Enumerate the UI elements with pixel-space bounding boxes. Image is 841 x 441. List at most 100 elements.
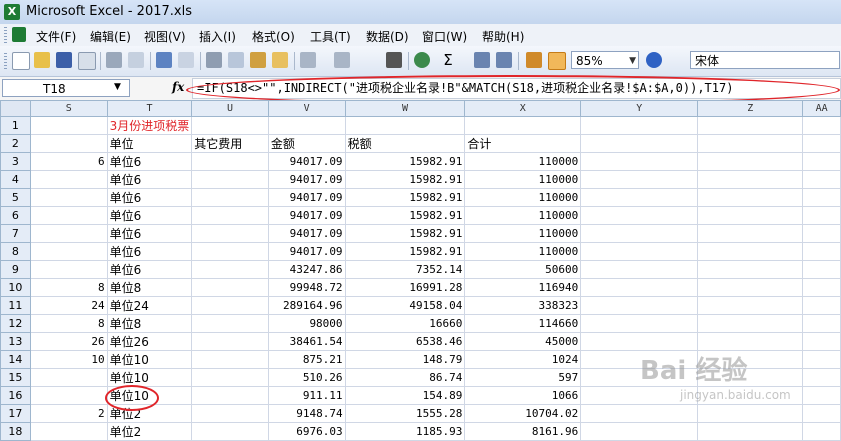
cell-t7[interactable]: 单位6 (106, 224, 193, 243)
cell-s1[interactable] (29, 116, 108, 135)
help-icon[interactable] (646, 52, 662, 68)
cell-aa6[interactable] (802, 206, 841, 225)
cell-s6[interactable] (29, 206, 108, 225)
cell-t6[interactable]: 单位6 (106, 206, 193, 225)
cell-u1[interactable] (191, 116, 269, 135)
cell-w4[interactable]: 15982.91 (344, 170, 466, 189)
drawing-icon[interactable] (548, 52, 566, 70)
hyperlink-icon[interactable] (414, 52, 430, 68)
cell-v18[interactable]: 6976.03 (267, 422, 346, 441)
menu-help[interactable]: 帮助(H) (482, 28, 524, 45)
column-header[interactable]: T (106, 100, 193, 117)
research-icon[interactable] (178, 52, 194, 68)
cell-v4[interactable]: 94017.09 (267, 170, 346, 189)
column-header[interactable]: Y (580, 100, 699, 117)
row-header[interactable]: 17 (0, 404, 31, 423)
select-all-corner[interactable] (0, 100, 31, 117)
cell-t3[interactable]: 单位6 (106, 152, 193, 171)
cell-u14[interactable] (191, 350, 269, 369)
cell-t5[interactable]: 单位6 (106, 188, 193, 207)
cell-u13[interactable] (191, 332, 269, 351)
cell-aa5[interactable] (802, 188, 841, 207)
cell-z6[interactable] (697, 206, 804, 225)
cell-y1[interactable] (580, 116, 699, 135)
cell-v11[interactable]: 289164.96 (267, 296, 346, 315)
column-header[interactable]: X (464, 100, 582, 117)
cell-t14[interactable]: 单位10 (106, 350, 193, 369)
row-header[interactable]: 4 (0, 170, 31, 189)
cell-u6[interactable] (191, 206, 269, 225)
paste-icon[interactable] (250, 52, 266, 68)
cell-x16[interactable]: 1066 (464, 386, 582, 405)
cell-x15[interactable]: 597 (464, 368, 582, 387)
cell-aa7[interactable] (802, 224, 841, 243)
cell-s18[interactable] (29, 422, 108, 441)
row-header[interactable]: 7 (0, 224, 31, 243)
column-header[interactable]: U (191, 100, 269, 117)
cell-s3[interactable]: 6 (29, 152, 108, 171)
cell-w2[interactable]: 税额 (344, 134, 466, 153)
cell-z12[interactable] (697, 314, 804, 333)
cell-v16[interactable]: 911.11 (267, 386, 346, 405)
cell-u8[interactable] (191, 242, 269, 261)
cell-t10[interactable]: 单位8 (106, 278, 193, 297)
cell-u17[interactable] (191, 404, 269, 423)
cell-z9[interactable] (697, 260, 804, 279)
row-header[interactable]: 1 (0, 116, 31, 135)
open-icon[interactable] (34, 52, 50, 68)
row-header[interactable]: 3 (0, 152, 31, 171)
cell-z11[interactable] (697, 296, 804, 315)
menu-edit[interactable]: 编辑(E) (90, 28, 131, 45)
cell-aa14[interactable] (802, 350, 841, 369)
cell-v7[interactable]: 94017.09 (267, 224, 346, 243)
cell-s15[interactable] (29, 368, 108, 387)
cell-u15[interactable] (191, 368, 269, 387)
cell-u12[interactable] (191, 314, 269, 333)
sort-ascending-icon[interactable] (474, 52, 490, 68)
cell-u4[interactable] (191, 170, 269, 189)
print-icon[interactable] (106, 52, 122, 68)
cell-t4[interactable]: 单位6 (106, 170, 193, 189)
chevron-down-icon[interactable]: ▼ (114, 82, 121, 92)
format-painter-icon[interactable] (272, 52, 288, 68)
cell-aa3[interactable] (802, 152, 841, 171)
cell-aa13[interactable] (802, 332, 841, 351)
cell-x9[interactable]: 50600 (464, 260, 582, 279)
cell-y7[interactable] (580, 224, 699, 243)
cell-t15[interactable]: 单位10 (106, 368, 193, 387)
cell-s7[interactable] (29, 224, 108, 243)
cell-v12[interactable]: 98000 (267, 314, 346, 333)
cell-y5[interactable] (580, 188, 699, 207)
row-header[interactable]: 13 (0, 332, 31, 351)
cell-s10[interactable]: 8 (29, 278, 108, 297)
cell-x2[interactable]: 合计 (464, 134, 582, 153)
cell-y10[interactable] (580, 278, 699, 297)
cell-aa16[interactable] (802, 386, 841, 405)
sort-descending-icon[interactable] (496, 52, 512, 68)
cell-w13[interactable]: 6538.46 (344, 332, 466, 351)
cell-w18[interactable]: 1185.93 (344, 422, 466, 441)
workbook-icon[interactable] (12, 27, 26, 42)
menu-window[interactable]: 窗口(W) (422, 28, 467, 45)
cell-t11[interactable]: 单位24 (106, 296, 193, 315)
cell-w16[interactable]: 154.89 (344, 386, 466, 405)
cell-u10[interactable] (191, 278, 269, 297)
cell-t2[interactable]: 单位 (106, 134, 193, 153)
row-header[interactable]: 14 (0, 350, 31, 369)
cell-x11[interactable]: 338323 (464, 296, 582, 315)
cell-z3[interactable] (697, 152, 804, 171)
cell-y4[interactable] (580, 170, 699, 189)
cell-u2[interactable]: 其它费用 (191, 134, 269, 153)
cell-w10[interactable]: 16991.28 (344, 278, 466, 297)
cell-u16[interactable] (191, 386, 269, 405)
cell-x5[interactable]: 110000 (464, 188, 582, 207)
cell-v10[interactable]: 99948.72 (267, 278, 346, 297)
cell-x17[interactable]: 10704.02 (464, 404, 582, 423)
cell-w14[interactable]: 148.79 (344, 350, 466, 369)
cell-x3[interactable]: 110000 (464, 152, 582, 171)
copy-icon[interactable] (228, 52, 244, 68)
row-header[interactable]: 6 (0, 206, 31, 225)
menu-view[interactable]: 视图(V) (144, 28, 186, 45)
cell-y12[interactable] (580, 314, 699, 333)
cell-s14[interactable]: 10 (29, 350, 108, 369)
